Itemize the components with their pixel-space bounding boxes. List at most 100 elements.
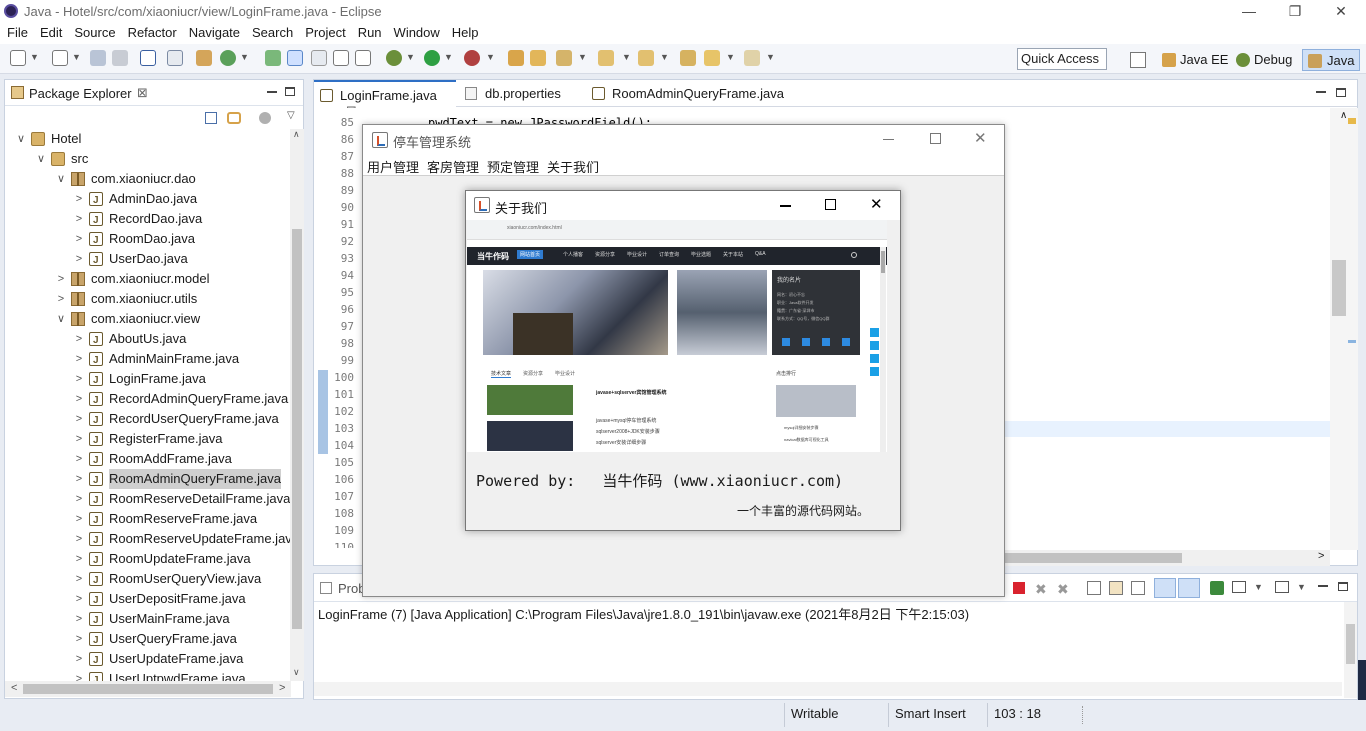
- scroll-right-arrow[interactable]: >: [1318, 550, 1324, 562]
- word-wrap-icon[interactable]: [1131, 581, 1145, 595]
- tree-item-file[interactable]: > UserUpdateFrame.java: [5, 649, 290, 671]
- display-console-dropdown-icon[interactable]: ▼: [1254, 582, 1263, 592]
- chevron-right-icon[interactable]: >: [73, 569, 85, 589]
- menu-user-management[interactable]: 用户管理: [363, 155, 423, 176]
- tree-item-file[interactable]: > UserMainFrame.java: [5, 609, 290, 631]
- tree-item-file[interactable]: > RecordDao.java: [5, 209, 290, 231]
- menu-file[interactable]: File: [0, 22, 33, 40]
- external-tools-dropdown-icon[interactable]: ▼: [486, 52, 495, 62]
- tree-item-file[interactable]: > RoomReserveFrame.java: [5, 509, 290, 531]
- tree-item-file[interactable]: > RegisterFrame.java: [5, 429, 290, 451]
- tab-db-properties[interactable]: db.properties: [459, 80, 585, 107]
- toggle-word-wrap-icon[interactable]: [311, 50, 327, 66]
- new-icon[interactable]: [10, 50, 26, 66]
- last-edit-icon[interactable]: [680, 50, 696, 66]
- search-type-icon[interactable]: [265, 50, 281, 66]
- tree-item-file[interactable]: > RoomDao.java: [5, 229, 290, 251]
- scroll-thumb[interactable]: [292, 229, 302, 629]
- tree-item-file[interactable]: > RecordAdminQueryFrame.java: [5, 389, 290, 411]
- minimize-editor-icon[interactable]: [1316, 91, 1326, 93]
- chevron-right-icon[interactable]: >: [73, 469, 85, 489]
- tree-vscrollbar[interactable]: ∧ ∨: [290, 129, 304, 681]
- annotation-dropdown-icon[interactable]: ▼: [578, 52, 587, 62]
- chevron-right-icon[interactable]: >: [73, 229, 85, 249]
- tree-item-file[interactable]: > RoomReserveDetailFrame.java: [5, 489, 291, 511]
- chevron-down-icon[interactable]: ∨: [55, 309, 67, 329]
- close-button[interactable]: ✕: [1318, 0, 1364, 22]
- chevron-right-icon[interactable]: >: [73, 629, 85, 649]
- tree-item-file[interactable]: > RoomAdminQueryFrame.java: [5, 469, 290, 491]
- next-annotation-icon[interactable]: [598, 50, 614, 66]
- run-icon[interactable]: [424, 50, 440, 66]
- chevron-down-icon[interactable]: ∨: [35, 149, 47, 169]
- tree-item-file[interactable]: > UserDao.java: [5, 249, 290, 271]
- maximize-view-icon[interactable]: [285, 87, 295, 96]
- open-folder-icon[interactable]: [530, 50, 546, 66]
- scroll-thumb[interactable]: [1346, 624, 1355, 664]
- chevron-right-icon[interactable]: >: [73, 529, 85, 549]
- prev-annotation-dropdown-icon[interactable]: ▼: [660, 52, 669, 62]
- minimize-view-icon[interactable]: [267, 91, 277, 93]
- chevron-right-icon[interactable]: >: [73, 549, 85, 569]
- hscroll-thumb[interactable]: [23, 684, 273, 694]
- menu-help[interactable]: Help: [445, 22, 484, 40]
- pin-console-icon[interactable]: [1210, 581, 1224, 595]
- chevron-right-icon[interactable]: >: [73, 489, 85, 509]
- hscroll-thumb[interactable]: [1002, 553, 1182, 563]
- back-icon[interactable]: [704, 50, 720, 66]
- show-stdout-icon[interactable]: [1154, 578, 1176, 598]
- minimize-button[interactable]: —: [1226, 0, 1272, 22]
- chevron-right-icon[interactable]: >: [73, 209, 85, 229]
- highlight-icon[interactable]: [287, 50, 303, 66]
- link-editor-icon[interactable]: [227, 112, 241, 124]
- menu-search[interactable]: Search: [245, 22, 298, 40]
- open-perspective-icon[interactable]: [1130, 52, 1146, 68]
- skip-breakpoints-icon[interactable]: [167, 50, 183, 66]
- debug-icon[interactable]: [386, 50, 402, 66]
- chevron-right-icon[interactable]: >: [73, 669, 85, 681]
- dialog-close-button[interactable]: ✕: [870, 195, 883, 213]
- collapse-all-icon[interactable]: [205, 112, 217, 124]
- minimize-console-icon[interactable]: [1318, 585, 1328, 587]
- chevron-right-icon[interactable]: >: [73, 649, 85, 669]
- tree-item-file[interactable]: > RoomUserQueryView.java: [5, 569, 290, 591]
- back-dropdown-icon[interactable]: ▼: [726, 52, 735, 62]
- menu-reservation-management[interactable]: 预定管理: [483, 155, 543, 176]
- external-tools-icon[interactable]: [464, 50, 480, 66]
- new-class-dropdown-icon[interactable]: ▼: [240, 52, 249, 62]
- tree-item-project[interactable]: ∨ Hotel: [5, 129, 290, 149]
- chevron-right-icon[interactable]: >: [55, 289, 67, 309]
- chevron-down-icon[interactable]: ∨: [55, 169, 67, 189]
- chevron-right-icon[interactable]: >: [73, 589, 85, 609]
- clear-console-icon[interactable]: [1087, 581, 1101, 595]
- chevron-right-icon[interactable]: >: [73, 189, 85, 209]
- tree-item-file[interactable]: > RoomAddFrame.java: [5, 449, 290, 471]
- open-type-icon[interactable]: [508, 50, 524, 66]
- scroll-right-arrow[interactable]: >: [279, 682, 285, 694]
- dialog-minimize-button[interactable]: [780, 205, 791, 207]
- menu-about-us[interactable]: 关于我们: [543, 155, 603, 176]
- terminal-icon[interactable]: [140, 50, 156, 66]
- debug-dropdown-icon[interactable]: ▼: [406, 52, 415, 62]
- chevron-right-icon[interactable]: >: [73, 429, 85, 449]
- pencil-icon[interactable]: [556, 50, 572, 66]
- tree-item-package[interactable]: ∨ com.xiaoniucr.view: [5, 309, 290, 329]
- chevron-right-icon[interactable]: >: [73, 389, 85, 409]
- app-maximize-button[interactable]: [930, 133, 941, 144]
- prev-annotation-icon[interactable]: [638, 50, 654, 66]
- view-title[interactable]: Package Explorer: [29, 86, 132, 101]
- menu-project[interactable]: Project: [298, 22, 350, 40]
- show-stderr-icon[interactable]: [1178, 578, 1200, 598]
- scroll-up-arrow[interactable]: ∧: [293, 129, 300, 140]
- tree-item-file[interactable]: > UserDepositFrame.java: [5, 589, 290, 611]
- tree-item-file[interactable]: > UserUptpwdFrame.java: [5, 669, 290, 681]
- scroll-lock-icon[interactable]: [1109, 581, 1123, 595]
- chevron-right-icon[interactable]: >: [73, 609, 85, 629]
- menu-refactor[interactable]: Refactor: [121, 22, 182, 40]
- dialog-maximize-button[interactable]: [825, 199, 836, 210]
- terminate-icon[interactable]: [1013, 582, 1025, 594]
- remove-launch-icon[interactable]: ✖: [1035, 581, 1047, 598]
- open-console-dropdown-icon[interactable]: ▼: [1297, 582, 1306, 592]
- chevron-right-icon[interactable]: >: [73, 369, 85, 389]
- menu-edit[interactable]: Edit: [33, 22, 67, 40]
